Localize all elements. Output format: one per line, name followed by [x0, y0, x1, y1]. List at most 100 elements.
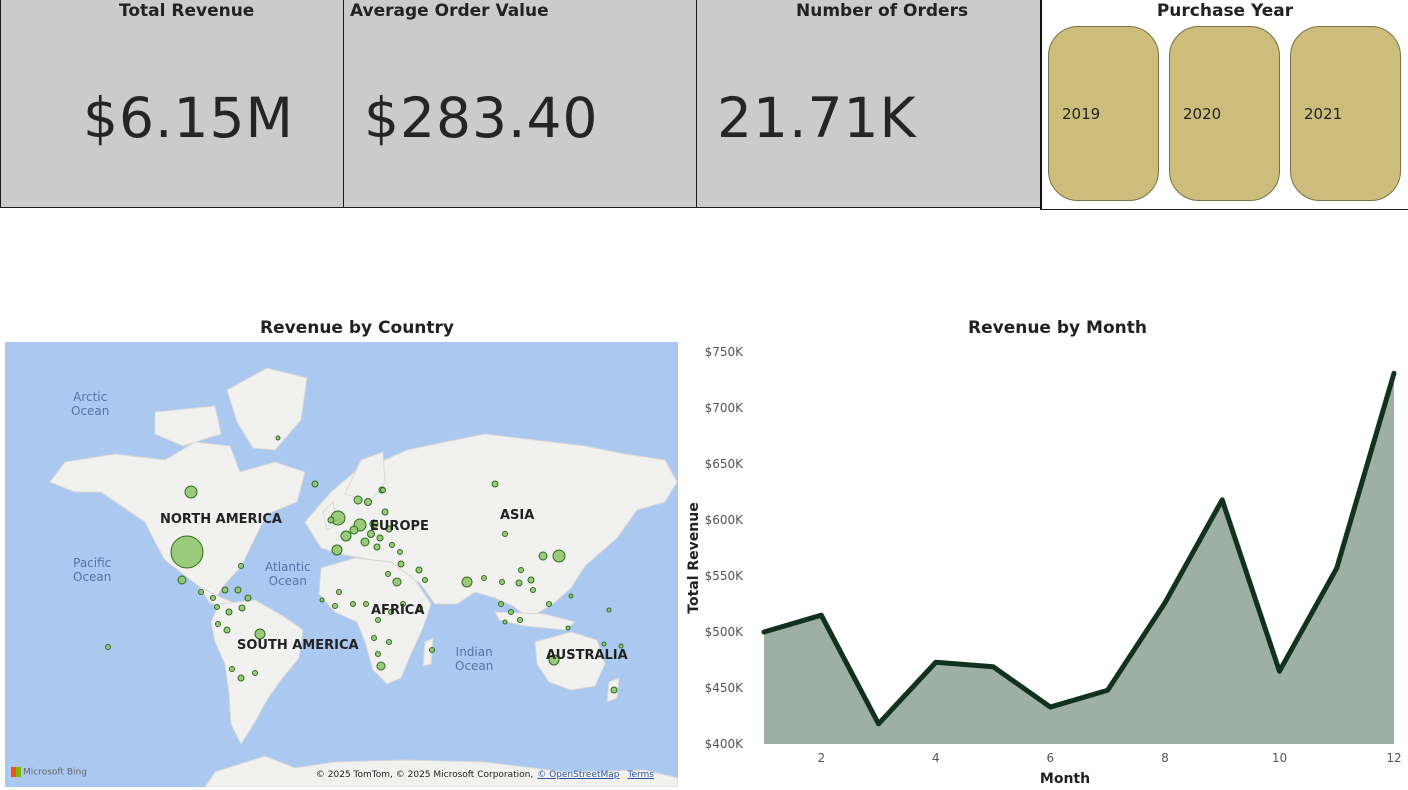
- terms-link[interactable]: Terms: [627, 770, 654, 780]
- bubble-eu-6: [381, 508, 389, 516]
- year-label: 2019: [1062, 105, 1101, 123]
- y-axis-label: Total Revenue: [686, 502, 702, 613]
- revenue-by-month-chart[interactable]: $400K $450K $500K $550K $600K $650K $700K $750K…: [680, 342, 1408, 790]
- data-point-month-8: [1162, 600, 1167, 605]
- ocean-label-indian: Indian Ocean: [455, 645, 494, 673]
- openstreetmap-link[interactable]: © OpenStreetMap: [537, 770, 619, 780]
- bubble-latam-8: [238, 604, 246, 612]
- bing-logo: Microsoft Bing: [11, 766, 87, 777]
- bubble-indonesia: [502, 619, 508, 625]
- bubble-china-2: [502, 531, 508, 537]
- year-button-2021[interactable]: 2021: [1290, 26, 1401, 201]
- bubble-eu-4: [327, 516, 335, 524]
- arctic-islands-land: [154, 405, 222, 447]
- bubble-africa-3: [350, 601, 356, 607]
- bubble-philippines: [546, 601, 552, 607]
- revenue-map[interactable]: Arctic Ocean Pacific Ocean Atlantic Ocean I…: [5, 342, 678, 787]
- y-tick-label: $700K: [705, 401, 745, 415]
- bubble-pacific-3: [606, 607, 612, 613]
- number-of-orders-value: 21.71K: [717, 86, 917, 150]
- bubble-me-2: [422, 577, 428, 583]
- bubble-latam-4: [234, 586, 242, 594]
- bubble-latam-7: [225, 608, 233, 616]
- bubble-chile: [237, 674, 245, 682]
- bubble-japan: [552, 549, 566, 563]
- bubble-hawaii: [105, 644, 111, 650]
- bubble-asia-1: [481, 575, 487, 581]
- data-point-month-2: [819, 613, 824, 618]
- continent-label-asia: ASIA: [500, 508, 535, 523]
- bubble-africa-12: [375, 651, 381, 657]
- data-point-month-12: [1392, 371, 1396, 376]
- bubble-latam-10: [223, 626, 231, 634]
- bubble-africa-10: [371, 635, 377, 641]
- continent-label-south-america: SOUTH AMERICA: [237, 638, 359, 653]
- y-tick-label: $600K: [705, 513, 745, 527]
- x-axis-label: Month: [1040, 771, 1090, 787]
- bubble-asia-4: [527, 576, 535, 584]
- bubble-eu-8: [389, 542, 395, 548]
- x-tick-label: 12: [1386, 751, 1401, 765]
- y-tick-label: $750K: [705, 345, 745, 359]
- number-of-orders-title: Number of Orders: [796, 1, 969, 21]
- data-point-month-9: [1220, 497, 1225, 502]
- x-tick-label: 4: [932, 751, 940, 765]
- avg-order-value-card: Average Order Value $283.40: [343, 0, 697, 208]
- y-tick-label: $650K: [705, 457, 745, 471]
- bubble-russia: [380, 487, 386, 493]
- total-revenue-title: Total Revenue: [119, 1, 255, 21]
- bubble-africa-11: [386, 639, 392, 645]
- bubble-france: [340, 530, 352, 542]
- land-masses: [49, 367, 678, 787]
- bubble-africa-5: [332, 603, 338, 609]
- data-point-month-7: [1105, 688, 1110, 693]
- continent-label-africa: AFRICA: [371, 603, 425, 618]
- bubble-latam-12: [238, 563, 244, 569]
- bubble-eu-9: [397, 549, 403, 555]
- total-revenue-value: $6.15M: [83, 86, 294, 150]
- bubble-israel: [392, 577, 402, 587]
- bubble-sea-2: [508, 609, 514, 615]
- continent-label-europe: EUROPE: [370, 519, 429, 534]
- purchase-year-slicer: Purchase Year 2019 2020 2021: [1040, 0, 1408, 210]
- y-tick-label: $500K: [705, 625, 745, 639]
- bubble-spain: [331, 544, 343, 556]
- bubble-mexico: [177, 575, 187, 585]
- bubble-nz: [610, 686, 618, 694]
- bubble-asia-2: [499, 579, 505, 585]
- bubble-madagascar: [429, 647, 435, 653]
- bubble-latam-6: [214, 604, 220, 610]
- bubble-italy: [360, 537, 370, 547]
- y-tick-label: $400K: [705, 737, 745, 751]
- bubble-sea-3: [517, 617, 523, 623]
- microsoft-logo-icon: [11, 766, 21, 777]
- data-point-month-10: [1277, 669, 1282, 674]
- y-tick-label: $550K: [705, 569, 745, 583]
- bubble-south-africa: [376, 661, 386, 671]
- year-button-2020[interactable]: 2020: [1169, 26, 1280, 201]
- bubble-turkey: [397, 560, 405, 568]
- bubble-pacific-1: [568, 593, 574, 599]
- map-attribution: © 2025 TomTom, © 2025 Microsoft Corporat…: [315, 770, 654, 780]
- x-tick-label: 10: [1272, 751, 1287, 765]
- y-tick-label: $450K: [705, 681, 745, 695]
- bubble-pacific-2: [565, 625, 571, 631]
- bubble-africa-6: [375, 617, 381, 623]
- bubble-eu-3: [349, 525, 359, 535]
- bubble-asia-3: [515, 579, 523, 587]
- greenland-land: [226, 367, 308, 451]
- data-point-month-1: [762, 630, 766, 634]
- year-button-2019[interactable]: 2019: [1048, 26, 1159, 201]
- bubble-egypt: [385, 571, 391, 577]
- chart-title: Revenue by Month: [968, 318, 1147, 338]
- ocean-label-pacific: Pacific Ocean: [73, 556, 112, 584]
- slicer-title: Purchase Year: [1156, 1, 1294, 21]
- x-tick-label: 2: [817, 751, 825, 765]
- bubble-africa-4: [363, 601, 369, 607]
- ocean-label-atlantic: Atlantic Ocean: [265, 560, 311, 588]
- bubble-india: [461, 576, 473, 588]
- continent-label-australia: AUSTRALIA: [546, 648, 628, 663]
- bubble-china: [491, 480, 499, 488]
- x-tick-label: 8: [1161, 751, 1169, 765]
- bubble-eu-2: [376, 534, 384, 542]
